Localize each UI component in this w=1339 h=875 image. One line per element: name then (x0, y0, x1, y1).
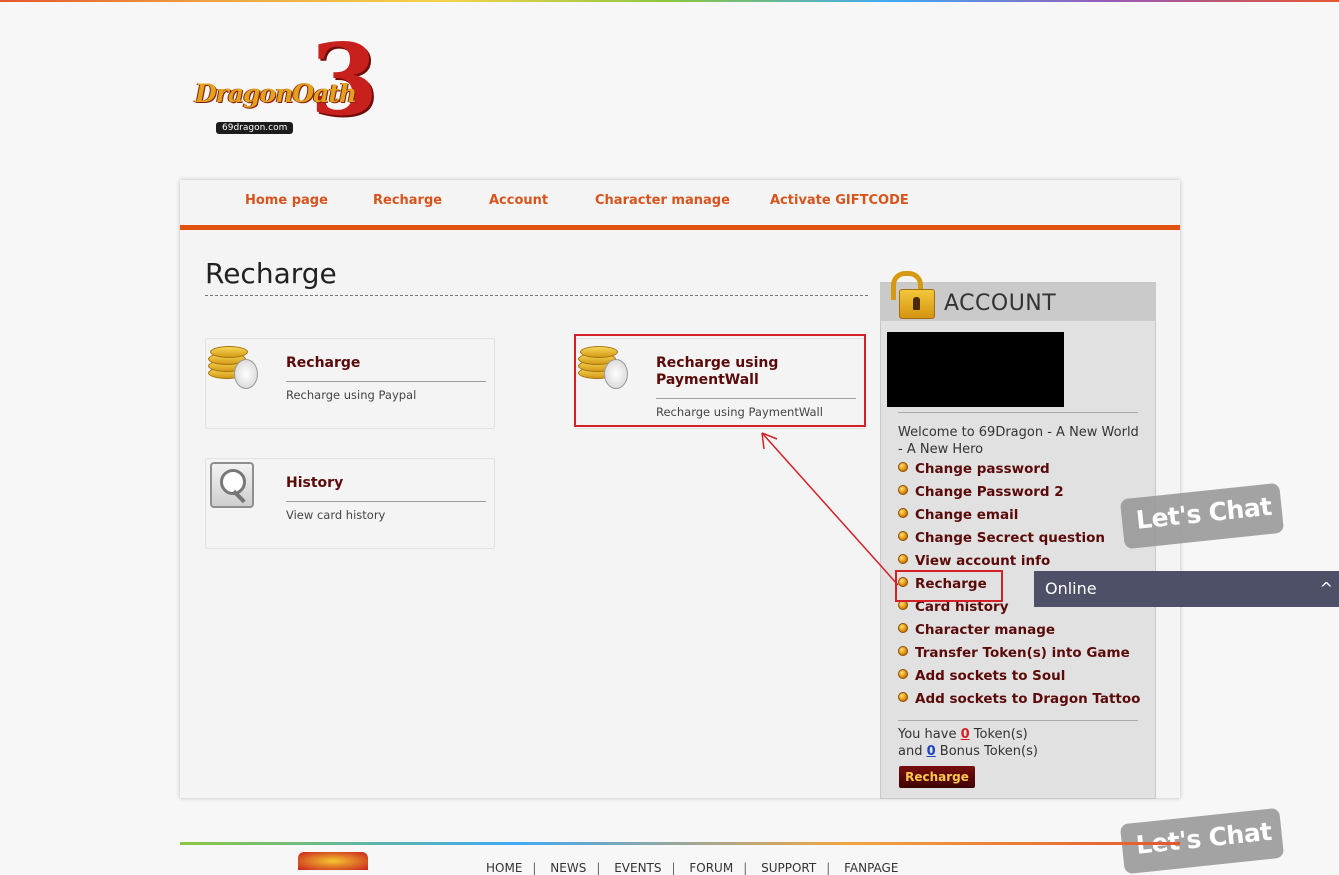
footer-forum[interactable]: FORUM (689, 861, 733, 875)
chevron-up-icon[interactable]: ^ (1320, 579, 1333, 598)
footer-nav: HOME | NEWS | EVENTS | FORUM | SUPPORT | FANP… (486, 861, 899, 875)
footer-divider (180, 842, 1180, 845)
chat-online-bar[interactable]: Online ^ (1034, 571, 1339, 607)
footer-events[interactable]: EVENTS (614, 861, 661, 875)
chat-status: Online (1045, 579, 1097, 598)
annotation-arrow (761, 432, 899, 586)
footer-home[interactable]: HOME (486, 861, 522, 875)
footer-logo[interactable] (298, 852, 368, 870)
footer-fanpage[interactable]: FANPAGE (844, 861, 898, 875)
footer-news[interactable]: NEWS (550, 861, 586, 875)
footer-support[interactable]: SUPPORT (761, 861, 816, 875)
